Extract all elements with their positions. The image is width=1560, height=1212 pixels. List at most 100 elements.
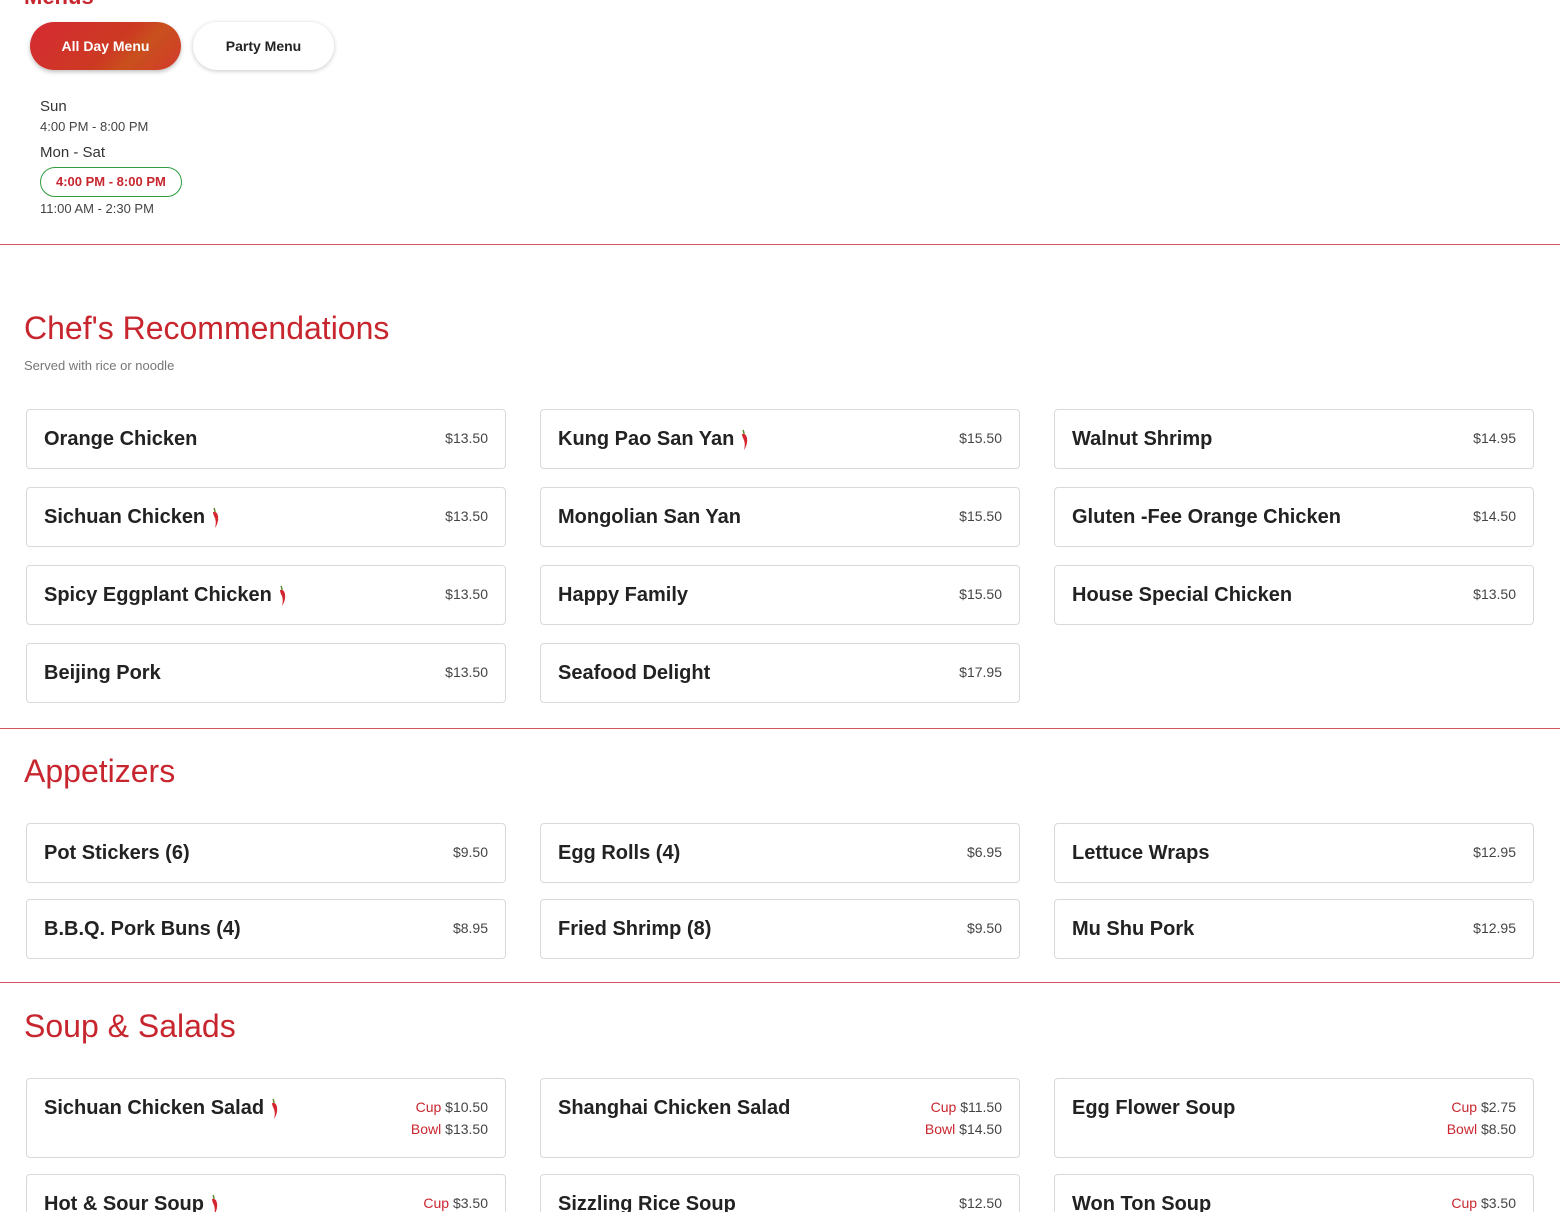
menu-item-name-text: Shanghai Chicken Salad	[558, 1097, 791, 1119]
section-subtitle-chefs: Served with rice or noodle	[24, 358, 175, 373]
chili-pepper-icon	[742, 429, 748, 450]
menu-item-price: $13.50	[445, 664, 488, 680]
menu-item-price: $13.50	[445, 586, 488, 602]
menu-item-card[interactable]: Fried Shrimp (8) $9.50	[540, 899, 1020, 959]
tab-all-day-menu[interactable]: All Day Menu	[30, 22, 181, 70]
menu-item-name-text: Kung Pao San Yan	[558, 428, 735, 450]
section-divider	[0, 982, 1560, 983]
section-title-appetizers: Appetizers	[24, 753, 176, 789]
menu-item-card[interactable]: Lettuce Wraps $12.95	[1054, 823, 1534, 883]
menu-item-card[interactable]: Pot Stickers (6) $9.50	[26, 823, 506, 883]
bowl-label: Bowl	[1446, 1121, 1478, 1137]
chili-pepper-icon	[211, 1194, 218, 1212]
menu-item-card[interactable]: Kung Pao San Yan $15.50	[540, 409, 1020, 469]
menu-item-card[interactable]: Shanghai Chicken Salad Cup $11.50 Bowl $14…	[540, 1078, 1020, 1158]
tab-party-menu[interactable]: Party Menu	[193, 22, 334, 70]
cup-price-line: Cup $3.50	[423, 1192, 488, 1212]
menu-item-name-text: Lettuce Wraps	[1072, 842, 1210, 864]
bowl-price: $13.50	[445, 1121, 488, 1137]
menu-item-price: $14.50	[1473, 508, 1516, 524]
menu-item-price: $13.50	[445, 430, 488, 446]
appetizers-grid: Pot Stickers (6) $9.50 Egg Rolls (4) $6.95 L…	[26, 823, 1534, 959]
bowl-price: $14.50	[959, 1121, 1002, 1137]
menu-item-name: House Special Chicken	[1072, 584, 1292, 607]
menu-item-price: $8.95	[452, 920, 488, 936]
menu-item-name-text: Pot Stickers (6)	[44, 842, 190, 864]
menu-item-card[interactable]: House Special Chicken $13.50	[1054, 565, 1534, 625]
cup-price: $3.50	[452, 1195, 488, 1211]
menu-item-price: $13.50	[445, 508, 488, 524]
menu-item-price: $15.50	[959, 586, 1002, 602]
menu-item-name-text: Happy Family	[558, 584, 689, 606]
menu-item-name-text: Egg Rolls (4)	[558, 842, 681, 864]
menu-item-card[interactable]: Won Ton Soup Cup $3.50	[1054, 1174, 1534, 1212]
menu-item-name: Walnut Shrimp	[1072, 428, 1212, 451]
chili-pepper-icon	[213, 507, 219, 528]
menu-item-name: Egg Rolls (4)	[558, 842, 680, 865]
menu-item-name: Spicy Eggplant Chicken	[44, 584, 288, 607]
menu-item-price: $15.50	[959, 430, 1002, 446]
menu-item-name-text: Spicy Eggplant Chicken	[44, 584, 272, 606]
menu-item-card[interactable]: Beijing Pork $13.50	[26, 643, 506, 703]
menu-item-name: Seafood Delight	[558, 662, 710, 685]
menu-item-price: $13.50	[1473, 586, 1516, 602]
menu-item-card[interactable]: Egg Flower Soup Cup $2.75 Bowl $8.50	[1054, 1078, 1534, 1158]
cup-label: Cup	[930, 1099, 957, 1115]
menu-item-name-text: Seafood Delight	[558, 662, 711, 684]
menu-item-name: Gluten -Fee Orange Chicken	[1072, 506, 1341, 529]
menu-item-card[interactable]: Hot & Sour Soup Cup $3.50	[26, 1174, 506, 1212]
menu-item-name: Lettuce Wraps	[1072, 842, 1209, 865]
menu-item-name-text: Walnut Shrimp	[1072, 428, 1213, 450]
cup-price-line: Cup $11.50	[925, 1096, 1002, 1118]
menu-item-price: $6.95	[966, 844, 1002, 860]
menu-item-name: B.B.Q. Pork Buns (4)	[44, 918, 241, 941]
menu-item-card[interactable]: Happy Family $15.50	[540, 565, 1020, 625]
menu-item-card[interactable]: B.B.Q. Pork Buns (4) $8.95	[26, 899, 506, 959]
menu-item-name: Beijing Pork	[44, 662, 161, 685]
menu-item-card[interactable]: Mongolian San Yan $15.50	[540, 487, 1020, 547]
menu-item-card[interactable]: Seafood Delight $17.95	[540, 643, 1020, 703]
bowl-label: Bowl	[410, 1121, 442, 1137]
menu-item-name: Pot Stickers (6)	[44, 842, 190, 865]
menu-item-prices: Cup $2.75 Bowl $8.50	[1447, 1096, 1516, 1140]
menu-item-price: $12.50	[959, 1195, 1002, 1211]
menu-item-price: $12.95	[1473, 920, 1516, 936]
bowl-price-line: Bowl $14.50	[925, 1118, 1002, 1140]
menu-item-name: Sichuan Chicken Salad	[44, 1097, 280, 1120]
menu-item-name-text: Beijing Pork	[44, 662, 161, 684]
menu-item-name-text: B.B.Q. Pork Buns (4)	[44, 918, 241, 940]
cup-price-line: Cup $3.50	[1451, 1192, 1516, 1212]
menu-item-name-text: Won Ton Soup	[1072, 1193, 1212, 1212]
menu-item-card[interactable]: Sichuan Chicken $13.50	[26, 487, 506, 547]
cup-price-line: Cup $10.50	[411, 1096, 488, 1118]
menu-item-card[interactable]: Sizzling Rice Soup $12.50	[540, 1174, 1020, 1212]
cup-label: Cup	[1451, 1099, 1478, 1115]
menu-item-card[interactable]: Gluten -Fee Orange Chicken $14.50	[1054, 487, 1534, 547]
hours-time-lunch[interactable]: 11:00 AM - 2:30 PM	[40, 201, 182, 216]
menu-item-price: $12.95	[1473, 844, 1516, 860]
menu-item-card[interactable]: Spicy Eggplant Chicken $13.50	[26, 565, 506, 625]
bowl-price: $8.50	[1480, 1121, 1516, 1137]
menu-item-name: Sizzling Rice Soup	[558, 1193, 736, 1212]
menu-item-card[interactable]: Walnut Shrimp $14.95	[1054, 409, 1534, 469]
menu-item-name: Fried Shrimp (8)	[558, 918, 711, 941]
bowl-price-line: Bowl $13.50	[411, 1118, 488, 1140]
menu-item-card[interactable]: Sichuan Chicken Salad Cup $10.50 Bowl $13.…	[26, 1078, 506, 1158]
bowl-price-line: Bowl $8.50	[1447, 1118, 1516, 1140]
hours-time-selected[interactable]: 4:00 PM - 8:00 PM	[40, 167, 182, 197]
menu-item-name: Kung Pao San Yan	[558, 428, 750, 451]
menu-item-prices: Cup $10.50 Bowl $13.50	[411, 1096, 488, 1140]
soups-grid: Sichuan Chicken Salad Cup $10.50 Bowl $13.…	[26, 1078, 1534, 1212]
menu-item-card[interactable]: Orange Chicken $13.50	[26, 409, 506, 469]
menu-item-name-text: Sizzling Rice Soup	[558, 1193, 736, 1212]
menu-item-name: Sichuan Chicken	[44, 506, 221, 529]
menu-item-name: Egg Flower Soup	[1072, 1097, 1235, 1120]
menu-item-prices: Cup $3.50	[423, 1192, 488, 1212]
section-title-soups: Soup & Salads	[24, 1008, 236, 1044]
menu-item-card[interactable]: Mu Shu Pork $12.95	[1054, 899, 1534, 959]
menu-item-name: Won Ton Soup	[1072, 1193, 1211, 1212]
menu-item-name-text: Mu Shu Pork	[1072, 918, 1195, 940]
menu-item-card[interactable]: Egg Rolls (4) $6.95	[540, 823, 1020, 883]
menus-heading: Menus	[24, 0, 94, 10]
menu-item-price: $14.95	[1473, 430, 1516, 446]
